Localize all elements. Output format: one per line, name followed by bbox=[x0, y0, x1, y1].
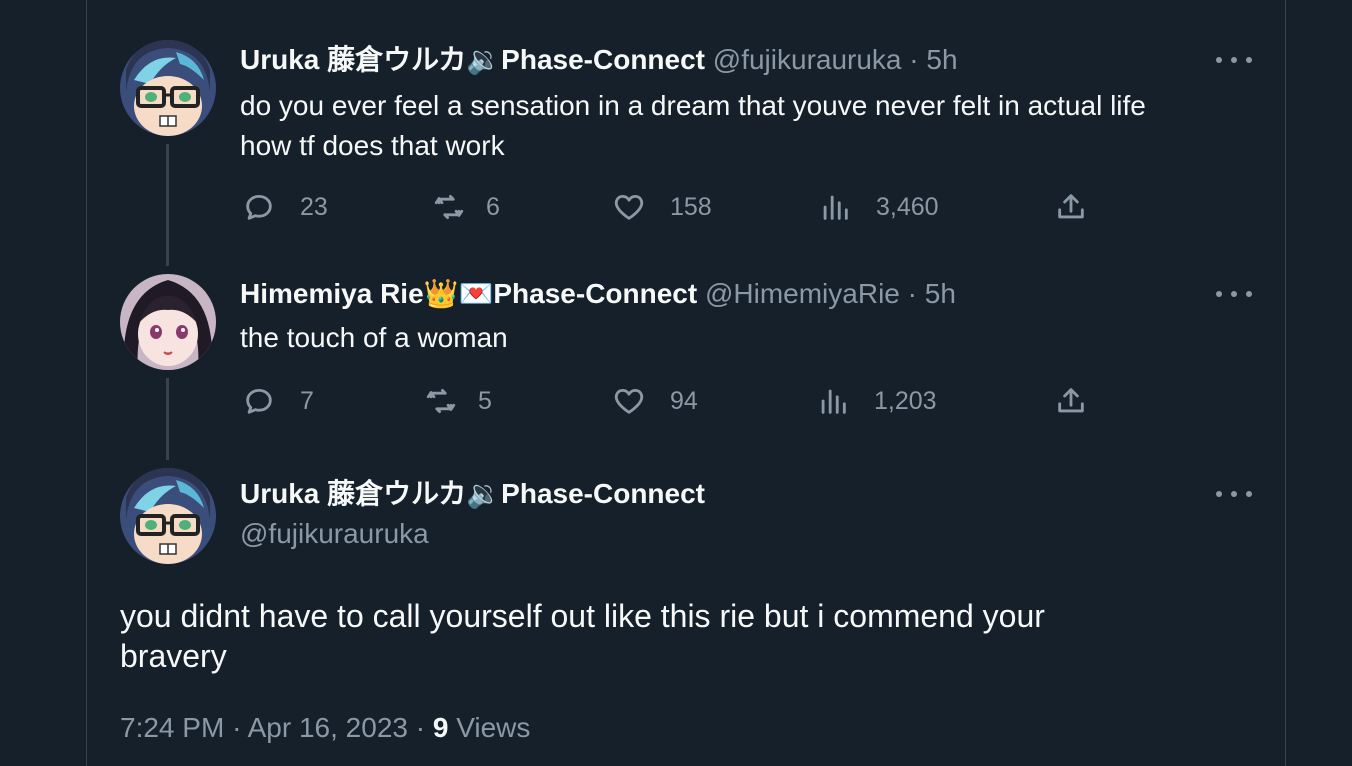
more-options-icon[interactable] bbox=[1216, 50, 1252, 70]
like-button[interactable]: 158 bbox=[612, 190, 712, 224]
share-button[interactable] bbox=[1054, 384, 1088, 418]
heart-icon bbox=[614, 388, 644, 414]
share-icon bbox=[1058, 194, 1084, 219]
heart-icon bbox=[614, 194, 644, 220]
user-handle[interactable]: @HimemiyaRie bbox=[705, 278, 900, 309]
retweet-button[interactable]: 6 bbox=[432, 190, 500, 224]
avatar-uruka[interactable] bbox=[120, 40, 216, 136]
views-button[interactable]: 3,460 bbox=[818, 190, 939, 224]
thread-connector bbox=[166, 144, 169, 266]
tweet-text-line: how tf does that work bbox=[240, 130, 505, 161]
tweet-text-line: bravery bbox=[120, 638, 227, 674]
tweet-metadata: 7:24 PM · Apr 16, 2023 · 9 Views bbox=[120, 708, 530, 748]
views-label: Views bbox=[456, 712, 531, 743]
like-count: 94 bbox=[670, 386, 698, 415]
post-date[interactable]: Apr 16, 2023 bbox=[248, 712, 408, 743]
main-tweet-handle-row: @fujikurauruka bbox=[240, 518, 429, 550]
reply-icon bbox=[246, 194, 272, 220]
analytics-icon bbox=[821, 389, 846, 414]
reply-count: 23 bbox=[300, 192, 328, 221]
avatar-uruka[interactable] bbox=[120, 468, 216, 564]
display-name[interactable]: Himemiya Rie👑💌Phase-Connect bbox=[240, 278, 697, 309]
like-count: 158 bbox=[670, 192, 712, 221]
retweet-icon bbox=[426, 388, 456, 414]
share-icon bbox=[1058, 388, 1084, 413]
separator: · bbox=[909, 44, 919, 75]
tweet-text: do you ever feel a sensation in a dream … bbox=[240, 86, 1250, 166]
separator: · bbox=[415, 712, 426, 743]
tweet-text: the touch of a woman bbox=[240, 322, 508, 353]
retweet-count: 5 bbox=[478, 386, 492, 415]
reply-icon bbox=[246, 388, 272, 414]
retweet-button[interactable]: 5 bbox=[424, 384, 492, 418]
avatar-rie[interactable] bbox=[120, 274, 216, 370]
timestamp[interactable]: 5h bbox=[926, 44, 957, 75]
views-count: 1,203 bbox=[874, 386, 937, 415]
reply-button[interactable]: 7 bbox=[242, 384, 314, 418]
tweet-text-line: do you ever feel a sensation in a dream … bbox=[240, 90, 1146, 121]
main-tweet-text: you didnt have to call yourself out like… bbox=[120, 596, 1220, 676]
retweet-icon bbox=[434, 194, 464, 220]
reply-button[interactable]: 23 bbox=[242, 190, 328, 224]
timestamp[interactable]: 5h bbox=[925, 278, 956, 309]
views-count: 9 bbox=[432, 712, 449, 743]
views-button[interactable]: 1,203 bbox=[816, 384, 937, 418]
display-name[interactable]: Uruka 藤倉ウルカ🔉Phase-Connect bbox=[240, 478, 705, 509]
more-options-icon[interactable] bbox=[1216, 284, 1252, 304]
like-button[interactable]: 94 bbox=[612, 384, 698, 418]
retweet-count: 6 bbox=[486, 192, 500, 221]
analytics-icon bbox=[823, 195, 848, 220]
user-handle[interactable]: @fujikurauruka bbox=[240, 518, 429, 549]
tweet-header: Himemiya Rie👑💌Phase-Connect @HimemiyaRie… bbox=[240, 278, 956, 310]
separator: · bbox=[907, 278, 917, 309]
views-count: 3,460 bbox=[876, 192, 939, 221]
more-options-icon[interactable] bbox=[1216, 484, 1252, 504]
tweet-text-line: you didnt have to call yourself out like… bbox=[120, 598, 1045, 634]
reply-count: 7 bbox=[300, 386, 314, 415]
tweet-header: Uruka 藤倉ウルカ🔉Phase-Connect @fujikurauruka… bbox=[240, 44, 958, 76]
thread-connector bbox=[166, 378, 169, 460]
display-name[interactable]: Uruka 藤倉ウルカ🔉Phase-Connect bbox=[240, 44, 705, 75]
post-time[interactable]: 7:24 PM bbox=[120, 712, 224, 743]
main-tweet-name-row: Uruka 藤倉ウルカ🔉Phase-Connect bbox=[240, 478, 705, 510]
share-button[interactable] bbox=[1054, 190, 1088, 224]
user-handle[interactable]: @fujikurauruka bbox=[713, 44, 902, 75]
separator: · bbox=[232, 712, 242, 743]
